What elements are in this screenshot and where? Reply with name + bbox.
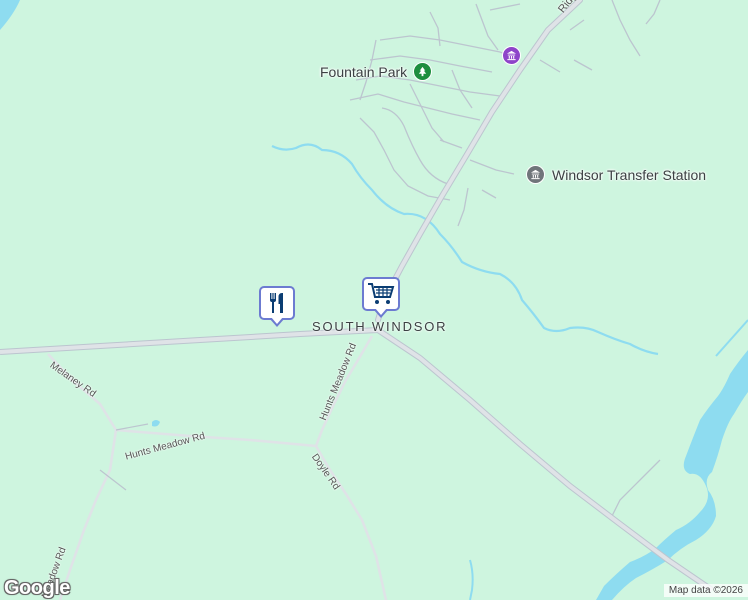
fountain-park-label[interactable]: Fountain Park bbox=[320, 64, 407, 80]
map-canvas[interactable]: Fountain Park Windsor Transfer Station S… bbox=[0, 0, 748, 600]
google-logo[interactable]: Google bbox=[4, 577, 70, 600]
restaurant-marker[interactable] bbox=[259, 286, 295, 327]
fork-knife-icon bbox=[270, 293, 283, 313]
transfer-station-label[interactable]: Windsor Transfer Station bbox=[552, 167, 706, 183]
hunts-meadow-rd-h bbox=[115, 428, 317, 448]
park-icon[interactable] bbox=[413, 62, 432, 81]
shopping-marker[interactable] bbox=[362, 277, 400, 318]
south-windsor-label: SOUTH WINDSOR bbox=[312, 319, 448, 334]
government-building-icon[interactable] bbox=[526, 165, 545, 184]
stream-south bbox=[469, 559, 474, 600]
museum-icon[interactable] bbox=[502, 46, 521, 65]
pond-small bbox=[152, 420, 160, 427]
shopping-cart-icon bbox=[368, 283, 395, 304]
map-attribution[interactable]: Map data ©2026 bbox=[663, 584, 748, 597]
lake-top-left bbox=[0, 0, 20, 30]
